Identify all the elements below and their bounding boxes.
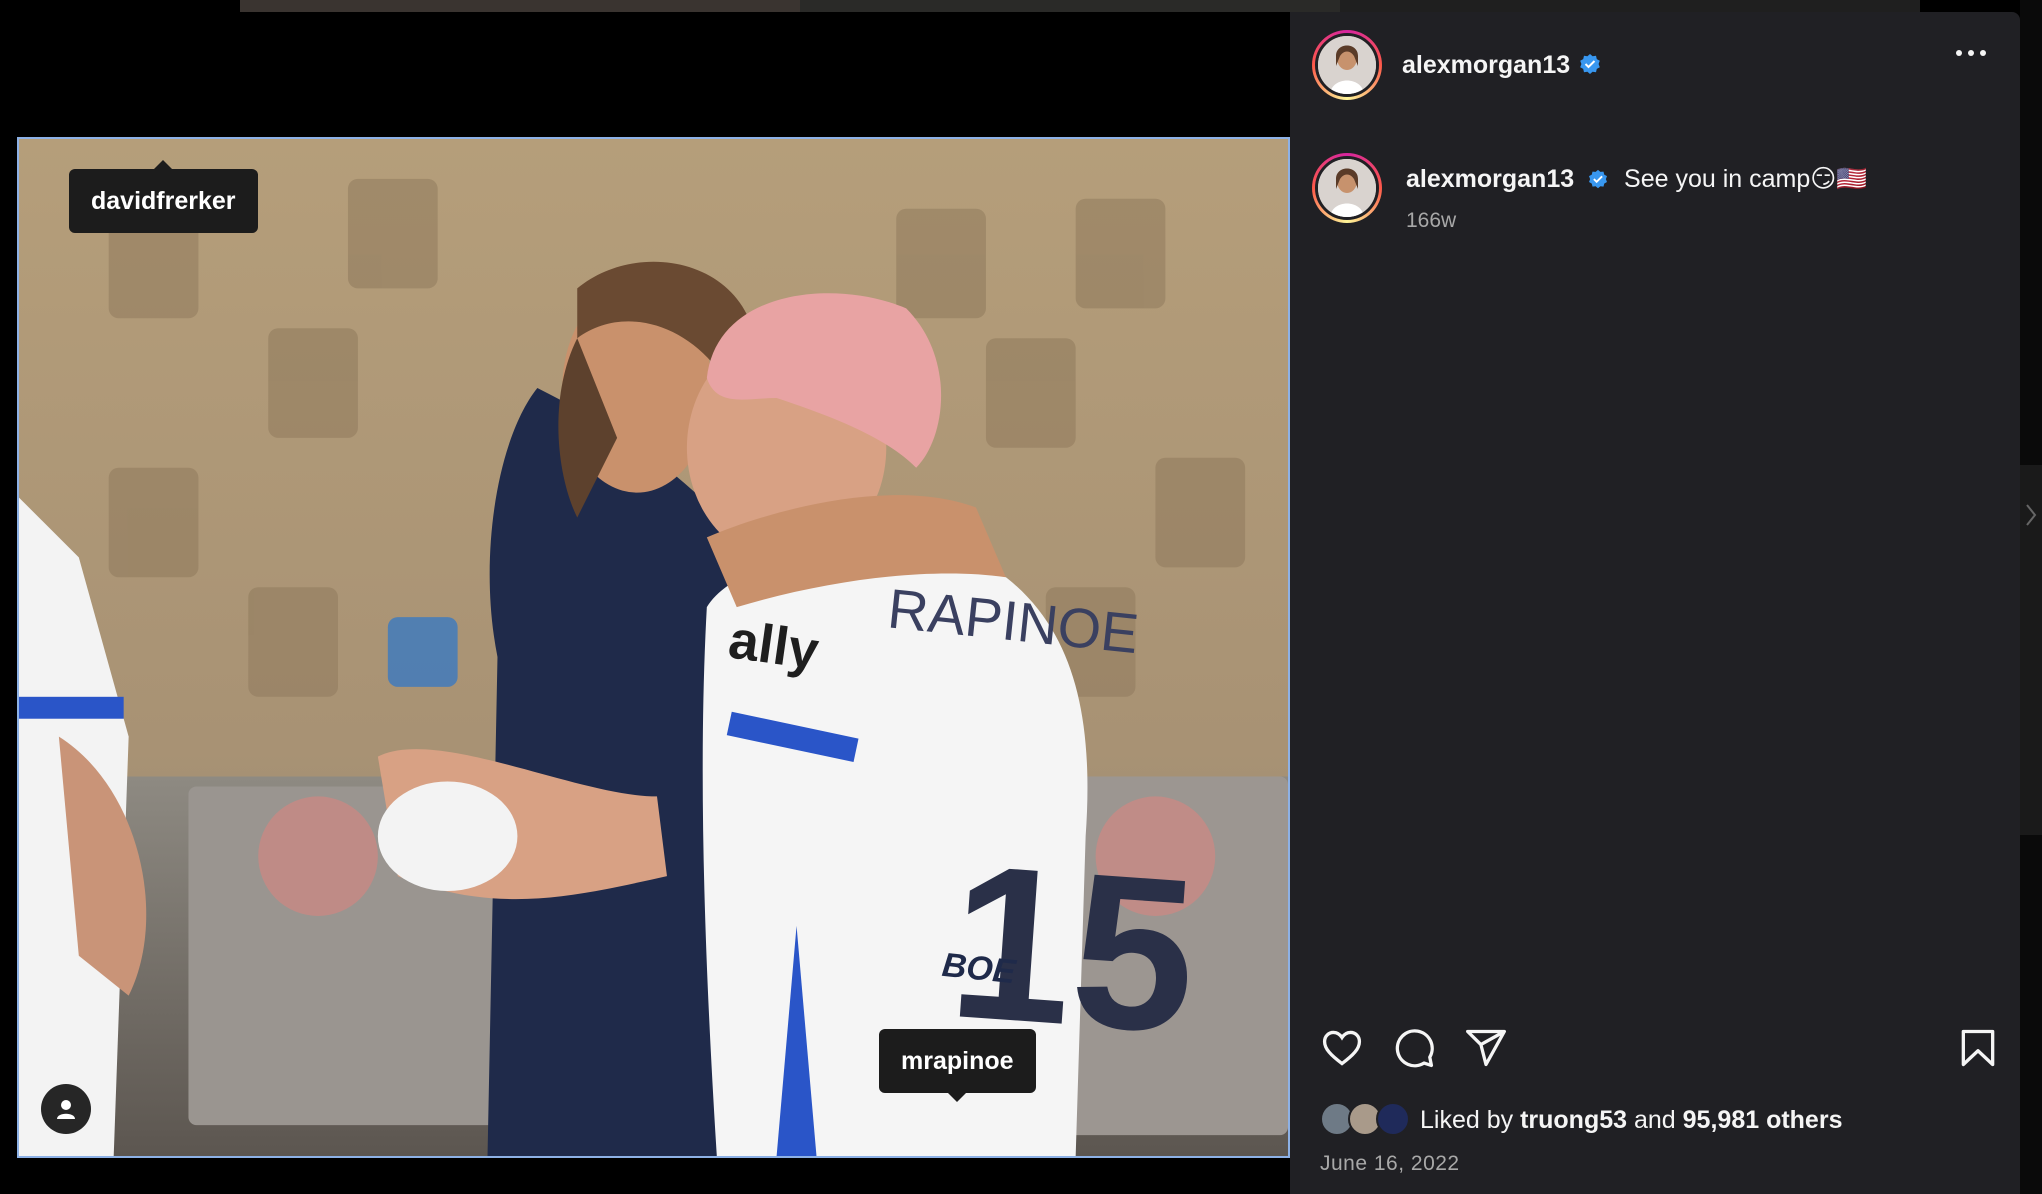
user-tag-mrapinoe[interactable]: mrapinoe: [879, 1029, 1036, 1102]
likes-summary: Liked by truong53 and 95,981 others: [1320, 1102, 1842, 1138]
sponsor-text: ally: [725, 609, 822, 681]
user-tag-davidfrerker[interactable]: davidfrerker: [69, 160, 258, 233]
author-avatar[interactable]: [1312, 30, 1382, 100]
post-sidebar: alexmorgan13 alexmorgan13 See you in cam…: [1290, 12, 2020, 1194]
verified-badge-icon: [1580, 54, 1600, 74]
more-icon: [1956, 50, 1962, 56]
more-options-button[interactable]: [1956, 50, 1986, 56]
background-photo-strip: [240, 0, 800, 12]
heart-icon[interactable]: [1320, 1026, 1364, 1070]
photo-scene: RAPINOE 15 ally BOE: [19, 139, 1288, 1156]
post-photo[interactable]: RAPINOE 15 ally BOE davidfrerker mrapino…: [17, 137, 1290, 1158]
chevron-right-icon: [2026, 504, 2037, 526]
post-date[interactable]: June 16, 2022: [1320, 1152, 1460, 1176]
send-icon[interactable]: [1464, 1026, 1508, 1070]
caption-block: alexmorgan13 See you in camp😏🇺🇸 166w: [1312, 153, 1867, 237]
caption-avatar[interactable]: [1312, 153, 1382, 223]
bookmark-icon[interactable]: [1956, 1026, 2000, 1070]
liked-by-others[interactable]: 95,981 others: [1683, 1106, 1843, 1135]
liker-avatar: [1376, 1102, 1410, 1136]
person-icon: [57, 1100, 75, 1119]
caption-username[interactable]: alexmorgan13: [1406, 165, 1574, 193]
liked-by-prefix: Liked by: [1420, 1105, 1514, 1134]
liked-by-and: and: [1633, 1105, 1676, 1134]
sponsor2-text: BOE: [940, 946, 1018, 992]
background-photo-strip: [1340, 0, 1920, 12]
tagged-users-button[interactable]: [41, 1084, 91, 1134]
next-post-button[interactable]: [2020, 465, 2042, 835]
author-username[interactable]: alexmorgan13: [1402, 51, 1570, 80]
action-bar: [1320, 1026, 2000, 1076]
liked-by-user[interactable]: truong53: [1520, 1106, 1627, 1135]
post-header: alexmorgan13: [1290, 12, 2020, 118]
avatar-image: [1318, 159, 1376, 217]
verified-badge-icon: [1589, 170, 1608, 189]
background-photo-strip: [800, 0, 1340, 12]
comment-icon[interactable]: [1392, 1026, 1436, 1070]
liker-avatars[interactable]: [1320, 1102, 1416, 1138]
caption-text: See you in camp😏🇺🇸: [1624, 165, 1868, 193]
caption-age[interactable]: 166w: [1406, 205, 1867, 237]
avatar-image: [1318, 36, 1376, 94]
